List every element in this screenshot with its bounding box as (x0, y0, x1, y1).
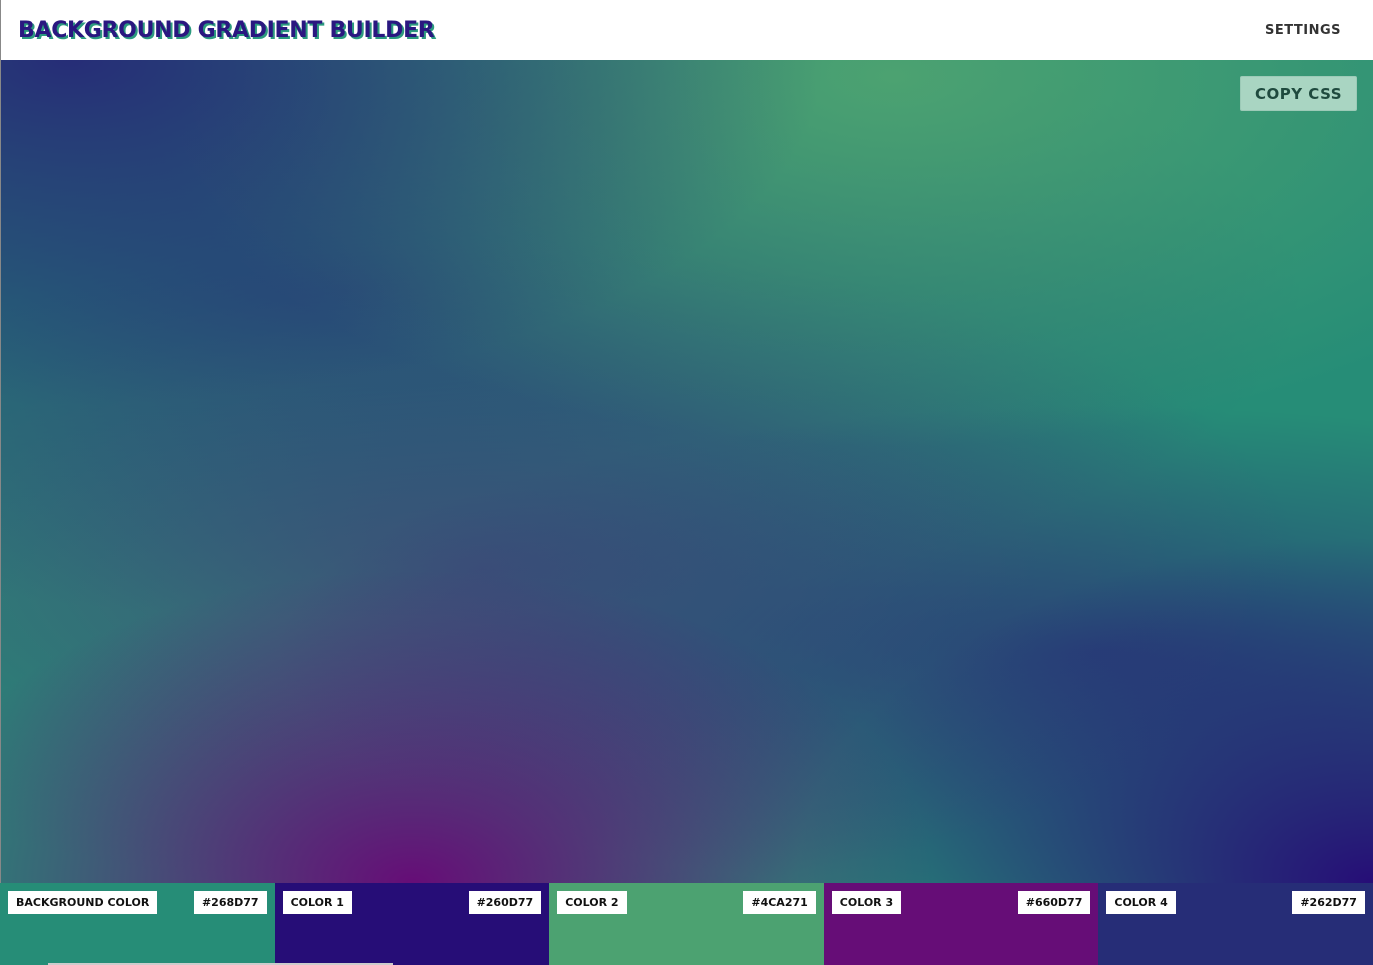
swatch-color-4[interactable]: COLOR 4 #262D77 (1098, 883, 1373, 965)
swatch-label: COLOR 2 (557, 891, 627, 914)
color-swatch-bar: BACKGROUND COLOR #268D77 COLOR 1 #260D77… (0, 883, 1373, 965)
swatch-hex-value[interactable]: #262D77 (1292, 891, 1365, 914)
swatch-hex-value[interactable]: #660D77 (1017, 891, 1091, 914)
swatch-background-color[interactable]: BACKGROUND COLOR #268D77 (0, 883, 275, 965)
swatch-hex-value[interactable]: #268D77 (193, 891, 267, 914)
copy-css-button[interactable]: COPY CSS (1240, 76, 1357, 111)
swatch-color-2[interactable]: COLOR 2 #4CA271 (549, 883, 824, 965)
settings-button[interactable]: SETTINGS (1265, 23, 1341, 38)
swatch-color-3[interactable]: COLOR 3 #660D77 (823, 883, 1099, 965)
swatch-label: COLOR 1 (282, 891, 352, 914)
swatch-hex-value[interactable]: #4CA271 (743, 891, 816, 914)
gradient-preview-canvas: COPY CSS (0, 60, 1373, 883)
app-header: BACKGROUND GRADIENT BUILDER SETTINGS (0, 0, 1373, 60)
swatch-hex-value[interactable]: #260D77 (468, 891, 542, 914)
swatch-color-1[interactable]: COLOR 1 #260D77 (274, 883, 550, 965)
swatch-label: BACKGROUND COLOR (8, 891, 158, 914)
swatch-label: COLOR 3 (831, 891, 902, 914)
app-title: BACKGROUND GRADIENT BUILDER (18, 17, 435, 43)
swatch-label: COLOR 4 (1106, 891, 1176, 914)
